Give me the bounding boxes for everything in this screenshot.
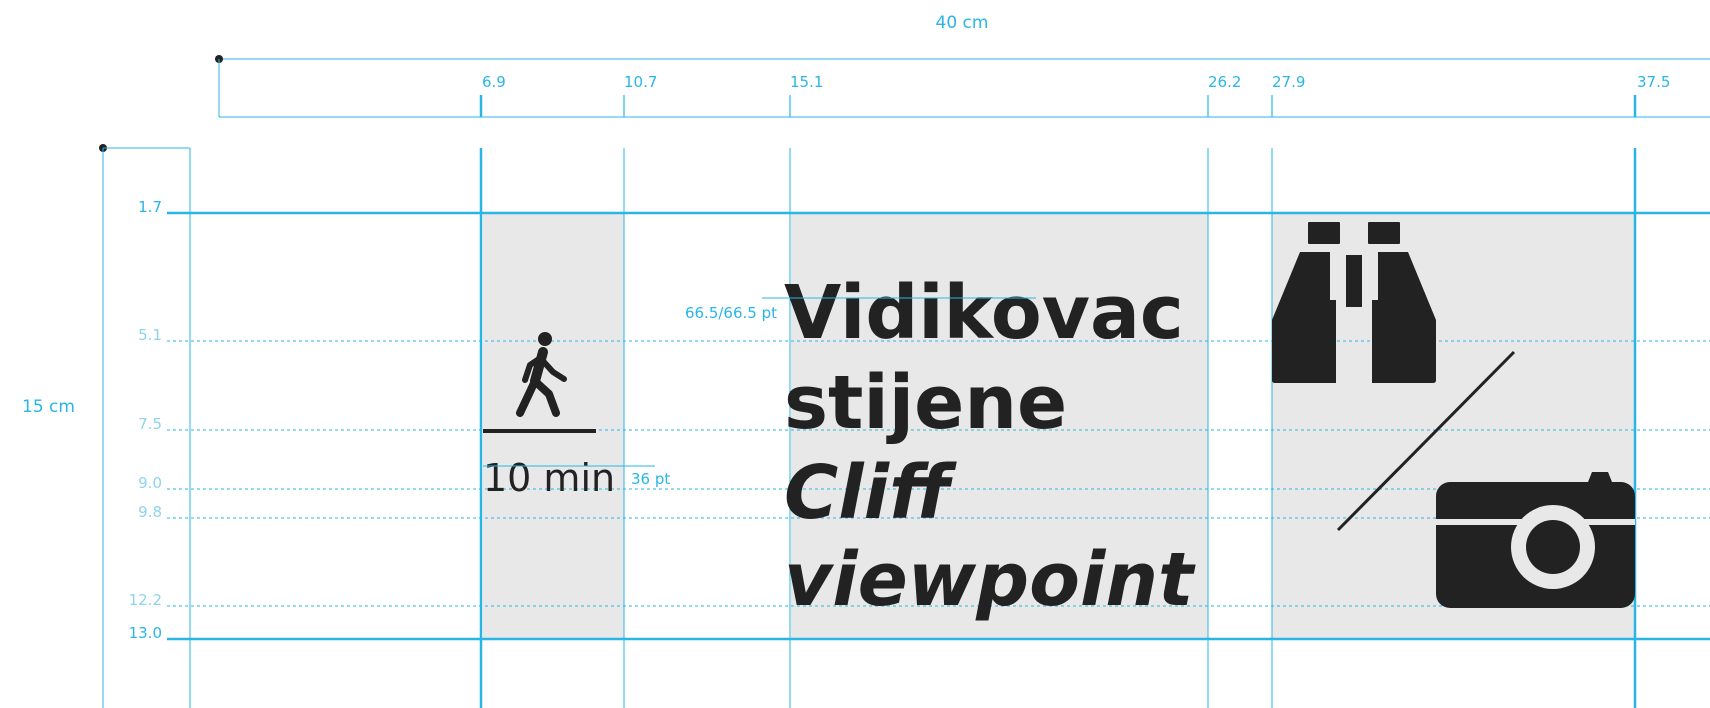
time-panel xyxy=(483,213,624,639)
side-tick-9.0: 9.0 xyxy=(138,474,162,492)
time-text: 10 min xyxy=(483,456,615,500)
side-tick-1.7: 1.7 xyxy=(138,198,162,216)
side-tick-9.8: 9.8 xyxy=(138,503,162,521)
width-label: 40 cm xyxy=(936,13,989,33)
top-tick-10.7: 10.7 xyxy=(623,73,657,117)
title-line-3: Cliff xyxy=(784,450,957,536)
top-tick-26.2: 26.2 xyxy=(1207,73,1241,117)
top-tick-6.9: 6.9 xyxy=(479,73,506,117)
side-tick-7.5: 7.5 xyxy=(138,415,162,433)
svg-text:6.9: 6.9 xyxy=(482,73,506,91)
svg-text:15.1: 15.1 xyxy=(790,73,823,91)
title-line-2: stijene xyxy=(784,360,1067,446)
svg-text:10.7: 10.7 xyxy=(624,73,657,91)
title-line-4: viewpoint xyxy=(784,537,1196,623)
title-size-annotation: 66.5/66.5 pt xyxy=(685,304,777,322)
svg-text:26.2: 26.2 xyxy=(1208,73,1241,91)
camera-icon xyxy=(1436,472,1635,608)
top-tick-37.5: 37.5 xyxy=(1633,73,1670,117)
top-tick-27.9: 27.9 xyxy=(1271,73,1305,117)
side-tick-labels: 1.7 5.1 7.5 9.0 9.8 12.2 13.0 xyxy=(129,198,162,642)
sign-layout-diagram: 40 cm 6.9 10.7 15.1 26.2 27.9 37.5 15 cm xyxy=(22,13,1710,708)
time-size-annotation: 36 pt xyxy=(631,470,670,488)
top-tick-15.1: 15.1 xyxy=(789,73,823,117)
title-line-1: Vidikovac xyxy=(784,270,1184,356)
side-tick-5.1: 5.1 xyxy=(138,326,162,344)
side-tick-13.0: 13.0 xyxy=(129,624,162,642)
height-label: 15 cm xyxy=(22,397,75,417)
side-tick-12.2: 12.2 xyxy=(129,591,162,609)
svg-text:37.5: 37.5 xyxy=(1637,73,1670,91)
svg-text:27.9: 27.9 xyxy=(1272,73,1305,91)
